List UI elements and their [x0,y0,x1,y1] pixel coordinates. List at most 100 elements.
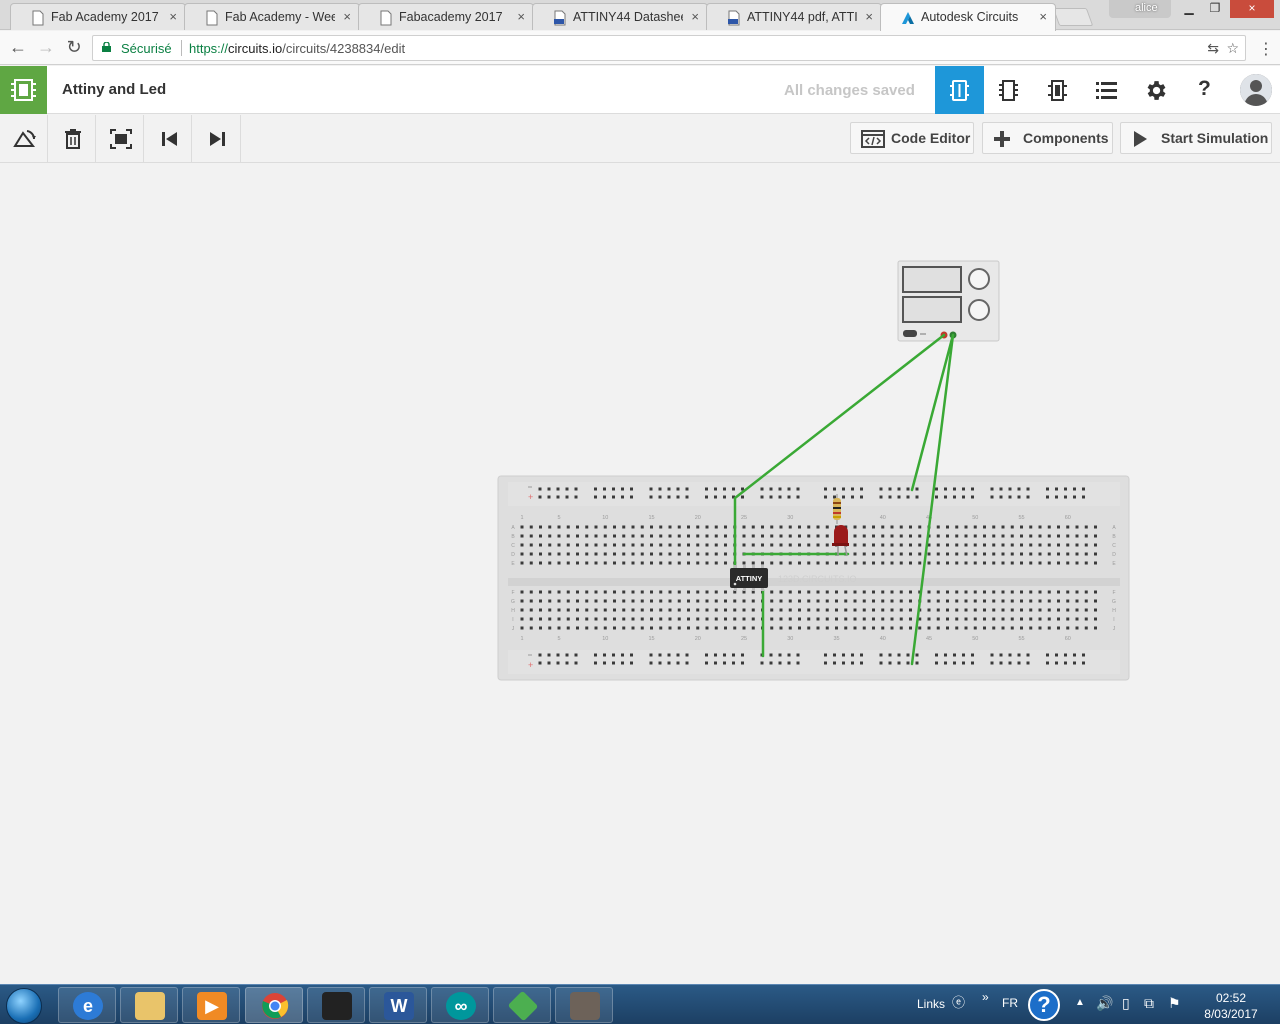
close-tab-icon[interactable]: × [691,9,699,24]
browser-tab-strip: Fab Academy 2017 × Fab Academy - Week × … [0,0,1280,31]
column-number: 1 [520,515,523,521]
taskbar-app[interactable] [555,987,613,1023]
links-toolbar[interactable]: Links [917,997,945,1011]
minimize-icon[interactable]: ▁ [1176,0,1202,18]
address-bar[interactable]: Sécurisé https://circuits.io/circuits/42… [92,35,1246,61]
column-number: 50 [972,636,978,642]
taskbar-app[interactable]: e [58,987,116,1023]
translate-icon[interactable]: ⇆ [1207,40,1219,57]
schematic-view-button[interactable] [984,66,1033,114]
component-list-button[interactable] [1082,66,1131,114]
ie-tray-icon[interactable]: ⓔ [952,992,965,1011]
start-simulation-button[interactable]: Start Simulation [1120,122,1272,154]
pcb-view-icon [1048,80,1067,101]
delete-button[interactable] [48,115,96,162]
close-tab-icon[interactable]: × [169,9,177,24]
clock-time: 02:52 [1215,991,1247,1005]
profile-chip[interactable]: alice [1109,0,1171,18]
battery-icon[interactable]: ▯ [1122,995,1130,1012]
browser-tab-active[interactable]: Autodesk Circuits × [880,3,1056,31]
column-number: 25 [741,515,747,521]
power-supply[interactable] [897,260,1000,342]
tab-title: ATTINY44 Datasheet [573,10,683,24]
browser-menu-icon[interactable]: ⋮ [1258,39,1274,59]
taskbar-app[interactable]: W [369,987,427,1023]
start-simulation-label: Start Simulation [1161,130,1269,146]
code-editor-button[interactable]: Code Editor [850,122,974,154]
avatar[interactable] [1240,74,1272,106]
code-editor-label: Code Editor [891,130,971,146]
clock-date: 8/03/2017 [1204,1007,1258,1021]
browser-tab[interactable]: Fab Academy 2017 × [10,3,186,30]
step-forward-button[interactable] [193,115,241,162]
components-button[interactable]: Components [982,122,1113,154]
windows-taskbar: e ▶ W ∞ Links ⓔ » FR ? ▲ 🔊 ▯ ⧉ ⚑ 02:52 8… [0,984,1280,1024]
play-icon [1134,131,1147,147]
arduino-icon: ∞ [446,992,476,1020]
column-number: 10 [602,515,608,521]
action-center-icon[interactable]: ⚑ [1168,995,1181,1012]
window-close-icon[interactable]: × [1230,0,1274,18]
bookmark-star-icon[interactable]: ☆ [1226,40,1239,57]
internet-explorer-icon: e [73,992,103,1020]
row-letter: F [511,590,514,596]
pcb-view-button[interactable] [1033,66,1082,114]
network-icon[interactable]: ⧉ [1144,995,1154,1012]
svg-text:+: + [528,660,533,670]
breadboard[interactable]: + + 151015202530354045505560 15101520253… [497,475,1130,681]
help-tray-icon[interactable]: ? [1028,989,1060,1021]
file-explorer-icon [135,992,165,1020]
circuit-canvas[interactable]: + + 151015202530354045505560 15101520253… [0,164,1280,984]
browser-tab[interactable]: ATTINY44 Datasheet × [532,3,708,30]
input-language[interactable]: FR [1002,996,1018,1010]
expand-links-icon[interactable]: » [982,990,989,1004]
help-button[interactable]: ? [1180,66,1229,114]
column-number: 35 [833,636,839,642]
chrome-icon [262,993,289,1019]
windows-start-icon[interactable] [6,988,42,1024]
back-icon[interactable]: ← [6,36,30,60]
forward-icon[interactable]: → [34,36,58,60]
step-back-icon [162,132,177,146]
tab-title: Fab Academy 2017 [51,10,159,24]
attiny-chip[interactable]: ATTINY [730,565,768,591]
row-letter: F [1112,590,1115,596]
taskbar-app[interactable]: ▶ [182,987,240,1023]
tab-title: Autodesk Circuits [921,10,1019,24]
circuit-drawing: + + 151015202530354045505560 15101520253… [497,260,1130,681]
taskbar-app[interactable] [307,987,365,1023]
url-scheme: https:// [189,41,229,56]
fit-to-view-button[interactable] [96,115,144,162]
pdf-icon [728,10,740,26]
close-tab-icon[interactable]: × [1039,9,1047,24]
close-tab-icon[interactable]: × [865,9,873,24]
page-icon [32,10,44,26]
taskbar-app[interactable]: ∞ [431,987,489,1023]
taskbar-app[interactable] [493,987,551,1023]
restore-icon[interactable]: ❐ [1202,0,1228,18]
column-number: 5 [557,636,560,642]
svg-text:+: + [528,492,533,502]
system-clock[interactable]: 02:52 8/03/2017 [1192,990,1270,1022]
browser-tab[interactable]: Fab Academy - Week × [184,3,360,30]
taskbar-app-active[interactable] [245,987,303,1023]
browser-tab[interactable]: ATTINY44 pdf, ATTIN × [706,3,882,30]
reload-icon[interactable]: ↻ [62,36,86,60]
settings-button[interactable] [1131,66,1180,114]
rotate-button[interactable] [0,115,48,162]
url-text: https://circuits.io/circuits/4238834/edi… [189,41,405,56]
show-hidden-icons[interactable]: ▲ [1075,997,1085,1008]
volume-icon[interactable]: 🔊 [1096,995,1113,1012]
editor-toolbar: Code Editor Components Start Simulation [0,115,1280,163]
new-tab-button[interactable] [1052,8,1094,26]
project-title[interactable]: Attiny and Led [62,81,166,98]
step-back-button[interactable] [144,115,192,162]
taskbar-app[interactable] [120,987,178,1023]
browser-tab[interactable]: Fabacademy 2017 × [358,3,534,30]
breadboard-view-button[interactable] [935,66,984,114]
circuits-logo[interactable] [0,66,47,114]
close-tab-icon[interactable]: × [517,9,525,24]
plus-icon [994,131,1010,147]
row-letter: D [511,552,515,558]
close-tab-icon[interactable]: × [343,9,351,24]
